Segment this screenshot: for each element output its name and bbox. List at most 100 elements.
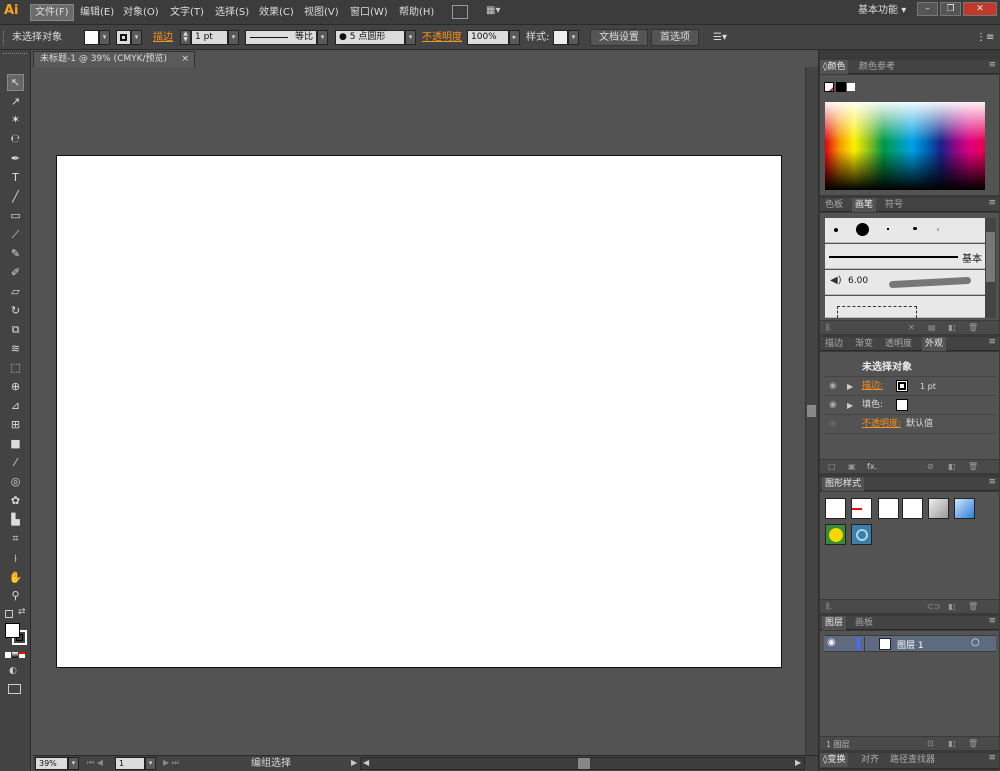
layer-visibility-eye-icon[interactable]: ◉ — [827, 637, 836, 648]
control-menu-icon[interactable]: ☰▾ — [713, 31, 727, 45]
brush-tiny-icon[interactable] — [887, 228, 889, 230]
graphic-style-libraries-icon[interactable]: ⫼. — [826, 602, 832, 612]
tab-transform[interactable]: ◊变换 — [820, 753, 849, 767]
tab-layers[interactable]: 图层 — [822, 616, 847, 630]
panel-options-icon[interactable]: ⋮≡ — [976, 31, 994, 45]
brush-faint-icon[interactable] — [937, 228, 939, 231]
type-tool-icon[interactable]: T — [7, 169, 24, 186]
create-new-layer-icon[interactable]: ◧ — [948, 739, 956, 748]
layer-row[interactable]: ◉ 图层 1 ○ — [824, 635, 996, 652]
mesh-tool-icon[interactable]: ⊞ — [7, 416, 24, 433]
style-none-swatch[interactable] — [851, 498, 872, 519]
color-mode-icon[interactable] — [5, 652, 11, 658]
delete-brush-icon[interactable]: 🗑 — [968, 323, 978, 332]
gradient-tool-icon[interactable]: ■ — [7, 435, 24, 452]
brush-large-icon[interactable] — [856, 223, 869, 236]
tab-transparency[interactable]: 透明度 — [882, 337, 915, 351]
tab-symbols[interactable]: 符号 — [882, 198, 906, 212]
appearance-stroke-swatch[interactable] — [896, 380, 908, 392]
opacity-visibility-eye-icon[interactable]: ◉ — [829, 415, 837, 434]
tab-color-guide[interactable]: 颜色参考 — [856, 60, 898, 74]
stroke-swatch[interactable] — [116, 30, 131, 45]
menu-select[interactable]: 选择(S) — [211, 4, 253, 21]
tab-gradient[interactable]: 渐变 — [852, 337, 876, 351]
horizontal-scrollbar-thumb[interactable] — [578, 758, 590, 769]
appearance-fill-row[interactable]: ◉ ▶ 填色: — [824, 396, 996, 415]
pen-tool-icon[interactable]: ✒ — [7, 150, 24, 167]
pencil-tool-icon[interactable]: ✎ — [7, 245, 24, 262]
magic-wand-tool-icon[interactable]: ✶ — [7, 111, 24, 128]
color-spectrum[interactable] — [825, 102, 985, 190]
none-color-icon[interactable] — [824, 82, 834, 92]
add-effect-icon[interactable]: fx. — [867, 462, 877, 471]
tab-stroke[interactable]: 描边 — [822, 337, 846, 351]
clear-appearance-icon[interactable]: ⊘ — [927, 462, 934, 471]
eyedropper-tool-icon[interactable]: ⁄ — [7, 454, 24, 471]
blend-tool-icon[interactable]: ◎ — [7, 473, 24, 490]
zoom-dropdown-icon[interactable]: ▾ — [68, 757, 79, 770]
style-default-swatch[interactable] — [825, 498, 846, 519]
artboard-number-input[interactable]: 1 — [115, 757, 145, 770]
first-artboard-icon[interactable]: ⏮ ◀ — [87, 758, 103, 768]
none-mode-icon[interactable] — [19, 652, 25, 658]
warp-tool-icon[interactable]: ≋ — [7, 340, 24, 357]
brushes-scrollbar-thumb[interactable] — [986, 232, 995, 282]
menu-help[interactable]: 帮助(H) — [395, 4, 438, 21]
scroll-left-icon[interactable]: ◀ — [363, 758, 369, 767]
tab-swatches[interactable]: 色板 — [822, 198, 846, 212]
tab-artboards[interactable]: 画板 — [852, 616, 876, 630]
appearance-stroke-label[interactable]: 描边: — [862, 377, 883, 396]
tab-appearance[interactable]: 外观 — [922, 337, 947, 351]
style-yellow-flower-swatch[interactable] — [825, 524, 846, 545]
tab-graphic-styles[interactable]: 图形样式 — [822, 477, 865, 491]
stroke-weight-dropdown-icon[interactable]: ▾ — [228, 30, 239, 45]
artboard-dropdown-icon[interactable]: ▾ — [145, 757, 156, 770]
style-dropdown-icon[interactable]: ▾ — [568, 30, 579, 45]
selection-tool-icon[interactable]: ↖ — [7, 74, 24, 91]
stroke-panel-link[interactable]: 描边 — [153, 31, 173, 45]
add-new-fill-icon[interactable]: ▣ — [848, 462, 856, 471]
delete-item-icon[interactable]: 🗑 — [968, 462, 978, 471]
color-panel-menu-icon[interactable]: ≡ — [988, 60, 996, 70]
bottom-panel-menu-icon[interactable]: ≡ — [988, 753, 996, 763]
document-tab[interactable]: 未标题-1 @ 39% (CMYK/预览) × — [33, 51, 195, 67]
next-artboard-icon[interactable]: ▶ ⏭ — [163, 758, 179, 768]
brush-basic-row[interactable]: 基本 — [825, 244, 985, 269]
fill-swatch[interactable] — [84, 30, 99, 45]
artboard-tool-icon[interactable]: ⌗ — [7, 530, 24, 547]
blob-brush-tool-icon[interactable]: ✐ — [7, 264, 24, 281]
layer-target-icon[interactable]: ○ — [971, 637, 980, 648]
workspace-switcher[interactable]: 基本功能 ▾ — [858, 4, 906, 18]
swap-fill-stroke-icon[interactable]: ⇄ — [18, 607, 26, 617]
fill-color-icon[interactable] — [5, 623, 20, 638]
bridge-icon[interactable] — [452, 5, 468, 19]
menu-effect[interactable]: 效果(C) — [255, 4, 298, 21]
lasso-tool-icon[interactable]: ℮ — [7, 130, 24, 147]
layers-panel-menu-icon[interactable]: ≡ — [988, 616, 996, 626]
menu-view[interactable]: 视图(V) — [300, 4, 343, 21]
close-tab-icon[interactable]: × — [181, 52, 189, 67]
scale-tool-icon[interactable]: ⧉ — [7, 321, 24, 338]
tab-align[interactable]: 对齐 — [858, 753, 882, 767]
arrange-documents-icon[interactable]: ▦▾ — [486, 5, 506, 19]
graphic-styles-menu-icon[interactable]: ≡ — [988, 477, 996, 487]
style-blue-swatch[interactable] — [954, 498, 975, 519]
tab-color[interactable]: ◊颜色 — [820, 60, 849, 74]
menu-object[interactable]: 对象(O) — [119, 4, 163, 21]
opacity-input[interactable]: 100% — [467, 30, 509, 45]
perspective-grid-tool-icon[interactable]: ⊿ — [7, 397, 24, 414]
restore-button[interactable]: ❐ — [940, 2, 961, 16]
scroll-right-icon[interactable]: ▶ — [795, 758, 801, 767]
delete-layer-icon[interactable]: 🗑 — [968, 739, 978, 748]
appearance-opacity-label[interactable]: 不透明度: — [862, 415, 901, 434]
column-graph-tool-icon[interactable]: ▙ — [7, 511, 24, 528]
new-brush-icon[interactable]: ◧ — [948, 323, 956, 332]
fill-dropdown-icon[interactable]: ▾ — [99, 30, 110, 45]
stroke-weight-input[interactable]: 1 pt — [191, 30, 228, 45]
layer-name[interactable]: 图层 1 — [897, 638, 924, 651]
paintbrush-tool-icon[interactable]: ⟋ — [7, 226, 24, 243]
eraser-tool-icon[interactable]: ▱ — [7, 283, 24, 300]
stroke-profile-select[interactable]: 等比 — [245, 30, 317, 45]
menu-edit[interactable]: 编辑(E) — [76, 4, 118, 21]
layer-lock-slot[interactable] — [864, 637, 878, 651]
